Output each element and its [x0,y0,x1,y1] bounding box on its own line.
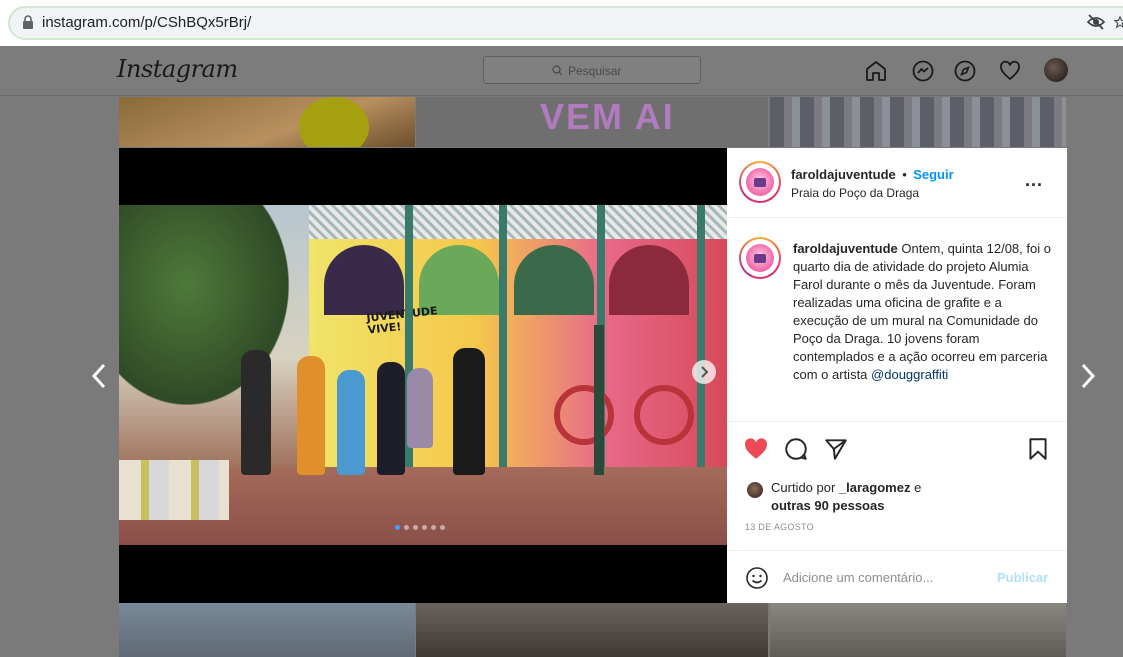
home-icon[interactable] [864,59,888,83]
carousel-dot [422,525,427,530]
author-line: faroldajuventude • Seguir [791,166,954,184]
save-bookmark-icon[interactable] [1025,436,1051,462]
grid-thumbnail[interactable] [770,97,1066,147]
chevron-right-icon [701,366,709,378]
bookmark-star-icon[interactable] [1114,14,1123,30]
comment-input[interactable] [783,567,983,587]
post-media[interactable]: JUVENTUDE VIVE! [119,148,727,603]
caption-avatar[interactable] [739,237,781,279]
activity-heart-icon[interactable] [998,59,1022,83]
grid-thumbnail[interactable] [416,603,768,657]
ball-decoration [299,97,369,147]
ig-header: Instagram Pesquisar [0,46,1123,96]
search-icon [552,65,563,76]
carousel-next-button[interactable] [692,360,716,384]
grid-thumbnail[interactable] [770,603,1066,657]
carousel-dot [440,525,445,530]
people-group [241,340,501,480]
follow-button[interactable]: Seguir [913,167,953,182]
search-placeholder: Pesquisar [568,64,622,78]
caption-username[interactable]: faroldajuventude [793,241,898,256]
post-actions: Curtido por _laragomez e outras 90 pesso… [727,421,1067,551]
address-bar[interactable]: instagram.com/p/CShBQx5rBrj/ [8,6,1123,40]
explore-compass-icon[interactable] [953,59,977,83]
comment-bubble-icon[interactable] [783,436,809,462]
exercise-machine [534,325,694,475]
post-location[interactable]: Praia do Poço da Draga [791,186,919,200]
eye-slash-icon[interactable] [1086,13,1106,31]
like-heart-icon[interactable] [743,436,769,462]
carousel-dot [431,525,436,530]
search-box[interactable]: Pesquisar [483,56,701,84]
grid-thumbnail[interactable] [119,97,415,147]
post-date[interactable]: 13 DE AGOSTO [745,522,814,532]
mural-arch [609,245,689,315]
previous-post-arrow-icon[interactable] [90,362,108,390]
pillar [697,205,705,470]
carousel-dots [395,525,445,530]
paint-buckets [119,460,229,520]
emoji-smiley-icon[interactable] [745,566,769,590]
messenger-icon[interactable] [911,59,935,83]
liked-middle: e [910,480,922,495]
banner-text: VEM AI [540,96,675,137]
post-header: faroldajuventude • Seguir Praia do Poço … [727,148,1067,218]
dot-separator: • [902,167,907,182]
liked-prefix: Curtido por [771,480,839,495]
browser-bar: instagram.com/p/CShBQx5rBrj/ [0,0,1123,46]
mural-arch [324,245,404,315]
liked-user[interactable]: _laragomez [839,480,911,495]
author-avatar[interactable] [739,161,781,203]
carousel-dot [395,525,400,530]
comment-bar: Publicar [727,550,1067,603]
likes-summary[interactable]: Curtido por _laragomez e outras 90 pesso… [771,479,921,515]
liked-others[interactable]: outras 90 pessoas [771,498,884,513]
lattice-top [309,205,727,239]
share-send-icon[interactable] [823,436,849,462]
mural-arch [514,245,594,315]
post-sidebar: faroldajuventude • Seguir Praia do Poço … [727,148,1067,603]
carousel-dot [404,525,409,530]
caption-mention[interactable]: @douggraffiti [871,367,948,382]
profile-avatar[interactable] [1044,58,1068,82]
carousel-dot [413,525,418,530]
publish-button[interactable]: Publicar [997,570,1048,585]
next-post-arrow-icon[interactable] [1079,362,1097,390]
caption-text: Ontem, quinta 12/08, foi o quarto dia de… [793,241,1051,382]
instagram-logo[interactable]: Instagram [117,55,238,83]
url-text[interactable]: instagram.com/p/CShBQx5rBrj/ [42,14,251,31]
liker-avatar[interactable] [747,482,763,498]
lock-icon [23,15,33,29]
more-options-button[interactable]: ... [1025,170,1043,191]
author-username[interactable]: faroldajuventude [791,167,896,182]
post-caption: faroldajuventude Ontem, quinta 12/08, fo… [793,240,1055,384]
grid-thumbnail[interactable] [119,603,415,657]
post-photo[interactable]: JUVENTUDE VIVE! [119,205,727,545]
